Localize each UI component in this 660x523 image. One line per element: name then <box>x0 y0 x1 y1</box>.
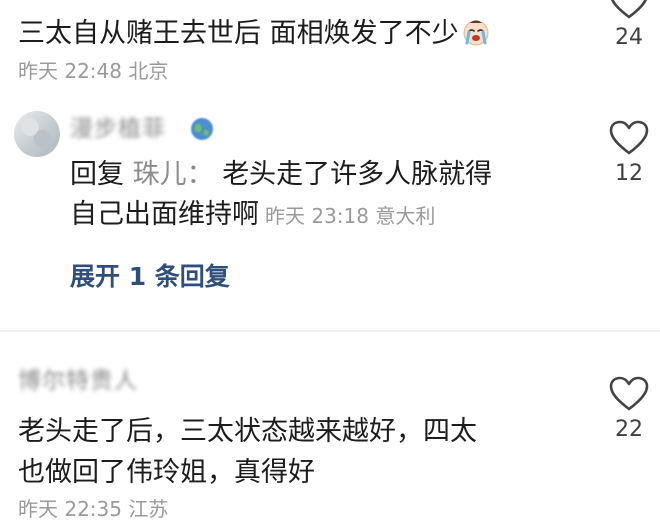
heart-icon <box>610 0 648 19</box>
like-button[interactable]: 12 <box>599 120 659 188</box>
divider <box>0 330 660 332</box>
heart-icon <box>609 376 649 411</box>
reply-prefix: 回复 <box>70 159 124 190</box>
comment-text: 三太自从赌王去世后 面相焕发了不少 <box>18 16 491 52</box>
username-blurred[interactable]: 漫步植菲 <box>70 114 166 144</box>
like-count: 24 <box>615 25 643 50</box>
crying-face-icon <box>463 20 489 46</box>
like-button[interactable]: 24 <box>599 0 659 52</box>
like-count: 22 <box>615 417 643 442</box>
comment-meta: 昨天 22:48 北京 <box>18 59 169 83</box>
globe-badge-icon <box>191 118 213 140</box>
comment-text-line1: 老头走了后，三太状态越来越好，四太 <box>18 416 477 447</box>
like-button[interactable]: 22 <box>599 376 659 444</box>
reply-text: 回复 珠儿： 老头走了许多人脉就得 <box>70 157 492 193</box>
comment-thread: 三太自从赌王去世后 面相焕发了不少 昨天 22:48 北京 24 漫步植菲 回复… <box>0 0 660 523</box>
comment-text-line2: 也做回了伟玲姐，真得好 <box>18 457 315 488</box>
reply-to-user[interactable]: 珠儿： <box>133 159 214 190</box>
expand-replies-link[interactable]: 展开 1 条回复 <box>70 260 230 294</box>
comment-meta: 昨天 22:35 江苏 <box>18 497 169 521</box>
heart-icon <box>609 120 649 155</box>
avatar[interactable] <box>14 111 60 157</box>
like-count: 12 <box>615 161 643 186</box>
reply-text-line2: 自己出面维持啊 <box>70 199 259 230</box>
reply-text-continued: 自己出面维持啊 昨天 23:18 意大利 <box>70 197 435 234</box>
username-blurred[interactable]: 博尔特贵人 <box>18 366 138 396</box>
comment-text-content: 三太自从赌王去世后 面相焕发了不少 <box>18 18 459 49</box>
reply-meta: 昨天 23:18 意大利 <box>265 204 436 228</box>
reply-text-line1: 老头走了许多人脉就得 <box>222 159 493 190</box>
